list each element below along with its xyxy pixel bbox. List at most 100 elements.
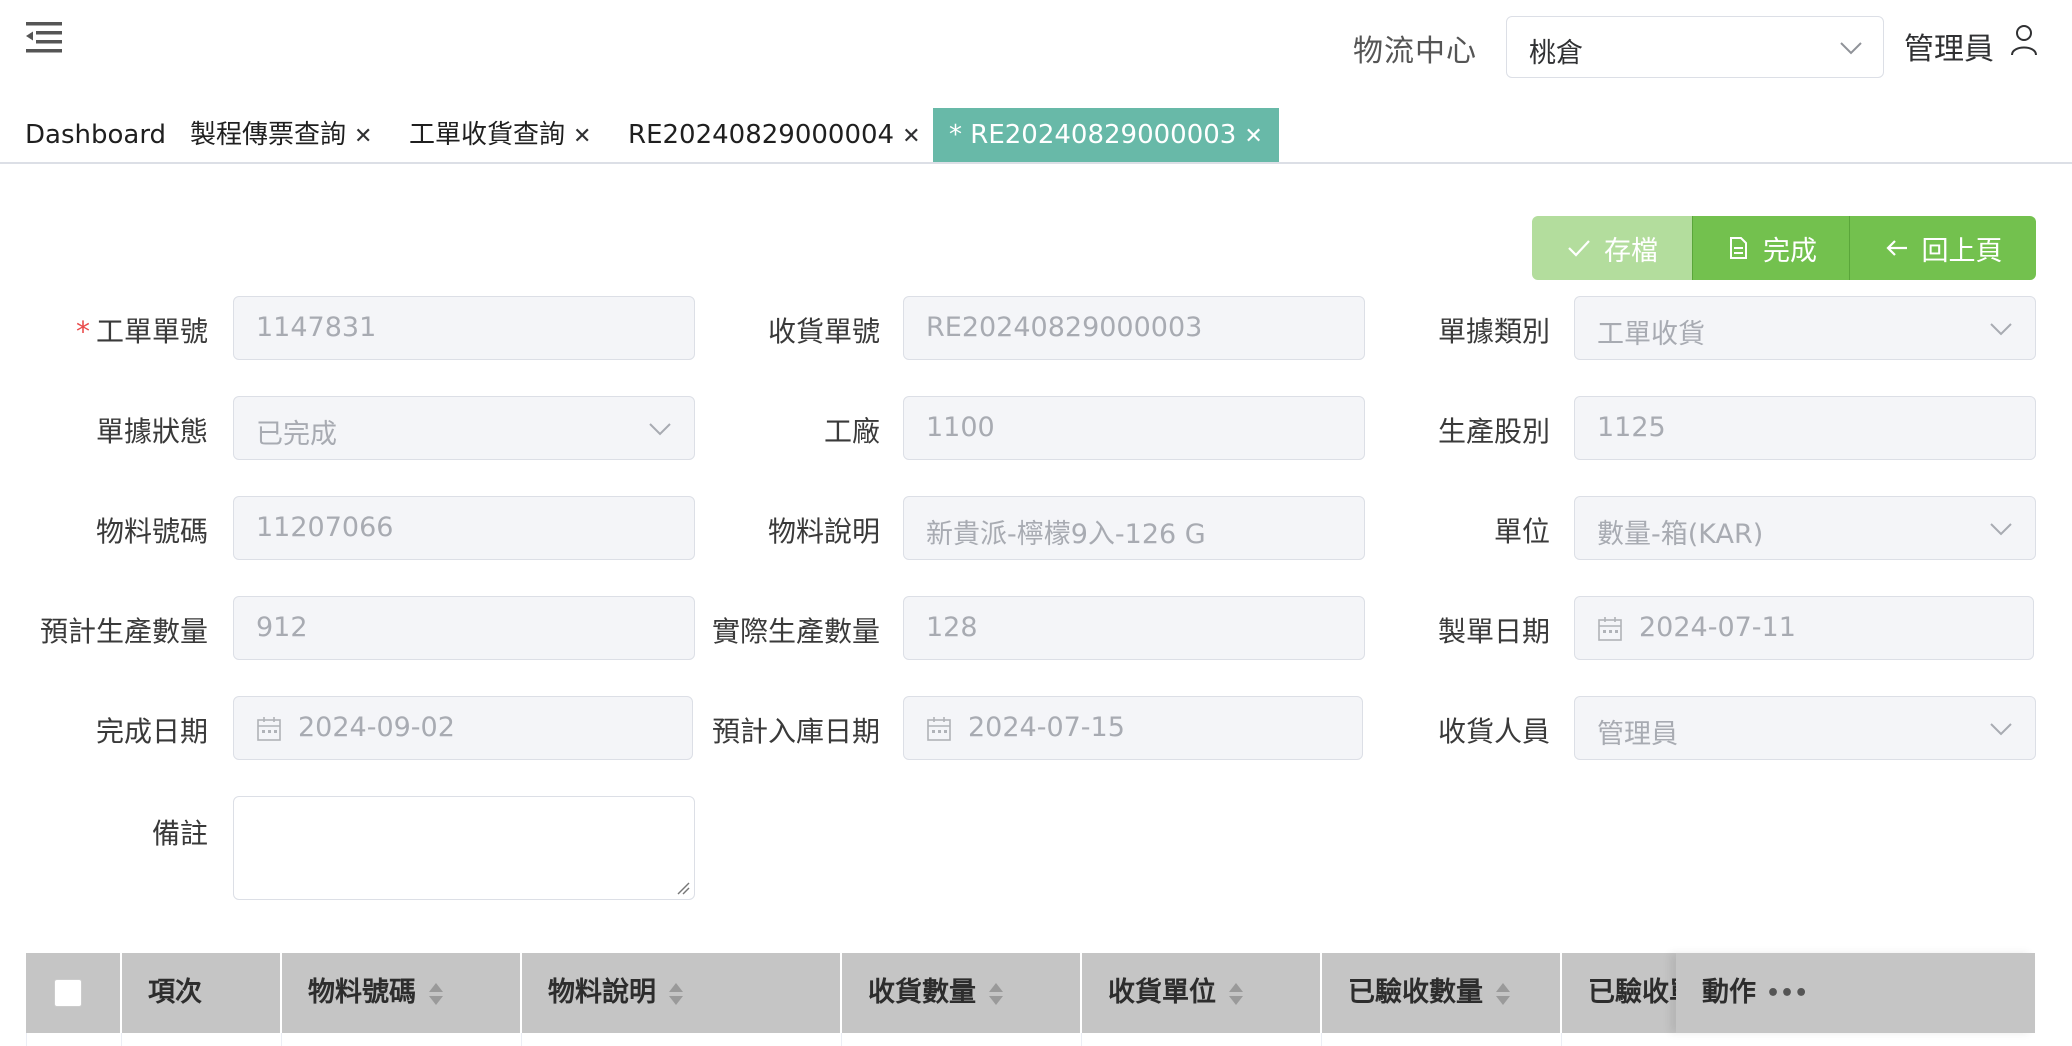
sort-icon[interactable] [1228, 981, 1244, 1007]
material-desc-label: 物料說明 [767, 515, 880, 548]
doc-status-label: 單據狀態 [95, 415, 208, 448]
chevron-down-icon [1990, 323, 2012, 336]
work-order-no-label: * 工單單號 [76, 310, 208, 350]
column-label: 收貨數量 [868, 977, 976, 1008]
close-icon[interactable]: ✕ [1244, 110, 1262, 164]
warehouse-select[interactable]: 桃倉 [1506, 16, 1884, 78]
doc-status-select[interactable]: 已完成 [233, 396, 695, 460]
material-no-field[interactable]: 11207066 [233, 496, 695, 560]
ellipsis-icon[interactable]: ••• [1766, 954, 1808, 1034]
document-icon [1730, 237, 1747, 259]
close-icon[interactable]: ✕ [573, 110, 591, 164]
material-no-value: 11207066 [256, 512, 394, 543]
material-no-label: 物料號碼 [95, 515, 208, 548]
table-cell [1081, 1033, 1082, 1046]
order-date-picker[interactable]: 2024-07-11 [1574, 596, 2034, 660]
chevron-down-icon [1990, 523, 2012, 536]
column-label: 已驗收單位 [1588, 977, 1680, 1008]
calendar-icon [927, 717, 951, 741]
unit-select[interactable]: 數量-箱(KAR) [1574, 496, 2036, 560]
material-desc-field[interactable]: 新貴派-檸檬9入-126 G [903, 496, 1365, 560]
receiver-select[interactable]: 管理員 [1574, 696, 2036, 760]
column-label: 收貨單位 [1108, 977, 1216, 1008]
sort-icon[interactable] [668, 981, 684, 1007]
tab-label: RE20240829000004 [628, 120, 895, 150]
menu-toggle-icon[interactable] [26, 20, 64, 54]
column-label: 物料說明 [548, 977, 656, 1008]
column-label: 已驗收數量 [1348, 977, 1483, 1008]
select-all-checkbox[interactable] [54, 979, 82, 1007]
sort-icon[interactable] [428, 981, 444, 1007]
items-table-header: 項次 物料號碼 物料說明 收貨數量 收貨單位 已驗收數量 已驗收單位 動作 ••• [26, 953, 2035, 1033]
complete-button[interactable]: 完成 [1692, 216, 1849, 280]
column-label: 動作 [1702, 977, 1756, 1008]
column-header-receipt-unit[interactable]: 收貨單位 [1080, 953, 1320, 1033]
calendar-icon [257, 717, 281, 741]
factory-field[interactable]: 1100 [903, 396, 1365, 460]
table-cell [1561, 1033, 1562, 1046]
resize-handle-icon[interactable] [676, 881, 690, 895]
column-header-action: 動作 ••• [1676, 953, 2035, 1033]
column-header-material-desc[interactable]: 物料說明 [520, 953, 840, 1033]
remark-label: 備註 [151, 817, 208, 850]
actual-qty-field[interactable]: 128 [903, 596, 1365, 660]
receipt-no-field[interactable]: RE20240829000003 [903, 296, 1365, 360]
required-marker: * [75, 315, 90, 348]
work-order-no-field[interactable]: 1147831 [233, 296, 695, 360]
column-header-receipt-qty[interactable]: 收貨數量 [840, 953, 1080, 1033]
table-cell [1321, 1033, 1322, 1046]
doc-status-value: 已完成 [256, 419, 337, 450]
back-button[interactable]: 回上頁 [1849, 216, 2036, 280]
prod-section-value: 1125 [1597, 412, 1666, 443]
doc-type-value: 工單收貨 [1597, 319, 1705, 350]
planned-stock-date-value: 2024-07-15 [968, 712, 1125, 743]
close-icon[interactable]: ✕ [902, 110, 920, 164]
save-button[interactable]: 存檔 [1532, 216, 1692, 280]
tab-re20240829000004[interactable]: RE20240829000004 ✕ [628, 108, 921, 162]
column-header-material-no[interactable]: 物料號碼 [280, 953, 520, 1033]
receiver-label: 收貨人員 [1437, 715, 1550, 748]
table-row [26, 1033, 2035, 1046]
tab-re20240829000003[interactable]: * RE20240829000003 ✕ [933, 108, 1279, 162]
receipt-no-value: RE20240829000003 [926, 312, 1203, 343]
table-cell [281, 1033, 282, 1046]
complete-date-picker[interactable]: 2024-09-02 [233, 696, 693, 760]
planned-stock-date-picker[interactable]: 2024-07-15 [903, 696, 1363, 760]
column-header-accepted-qty[interactable]: 已驗收數量 [1320, 953, 1560, 1033]
planned-qty-label: 預計生產數量 [39, 615, 208, 648]
back-button-label: 回上頁 [1921, 235, 2003, 267]
material-desc-value: 新貴派-檸檬9入-126 G [926, 519, 1206, 550]
doc-type-select[interactable]: 工單收貨 [1574, 296, 2036, 360]
sort-icon[interactable] [988, 981, 1004, 1007]
chevron-down-icon [1990, 723, 2012, 736]
tab-label: Dashboard [25, 120, 167, 150]
planned-stock-date-label: 預計入庫日期 [711, 715, 880, 748]
complete-date-label: 完成日期 [95, 715, 208, 748]
complete-button-label: 完成 [1763, 235, 1817, 267]
tab-process-ticket-query[interactable]: 製程傳票查詢 ✕ [190, 108, 372, 162]
remark-textarea[interactable] [233, 796, 695, 900]
user-name[interactable]: 管理員 [1904, 24, 1994, 68]
column-header-item-no[interactable]: 項次 [120, 953, 280, 1033]
column-label: 項次 [148, 977, 202, 1008]
order-date-label: 製單日期 [1437, 615, 1550, 648]
planned-qty-field[interactable]: 912 [233, 596, 695, 660]
table-cell [121, 1033, 122, 1046]
complete-date-value: 2024-09-02 [298, 712, 455, 743]
arrow-left-icon [1885, 240, 1907, 256]
doc-type-label: 單據類別 [1437, 315, 1550, 348]
prod-section-field[interactable]: 1125 [1574, 396, 2036, 460]
unit-label: 單位 [1493, 515, 1550, 548]
work-order-no-value: 1147831 [256, 312, 377, 343]
column-header-accepted-unit[interactable]: 已驗收單位 [1560, 953, 1680, 1033]
tab-label: 工單收貨查詢 [409, 120, 566, 150]
save-button-label: 存檔 [1604, 235, 1658, 267]
user-icon[interactable] [2010, 24, 2038, 56]
tab-dashboard[interactable]: Dashboard [25, 108, 166, 162]
close-icon[interactable]: ✕ [354, 110, 372, 164]
factory-label: 工廠 [823, 415, 880, 448]
sort-icon[interactable] [1495, 981, 1511, 1007]
unit-value: 數量-箱(KAR) [1597, 519, 1764, 550]
tab-work-order-receipt-query[interactable]: 工單收貨查詢 ✕ [409, 108, 591, 162]
column-label: 物料號碼 [308, 977, 416, 1008]
